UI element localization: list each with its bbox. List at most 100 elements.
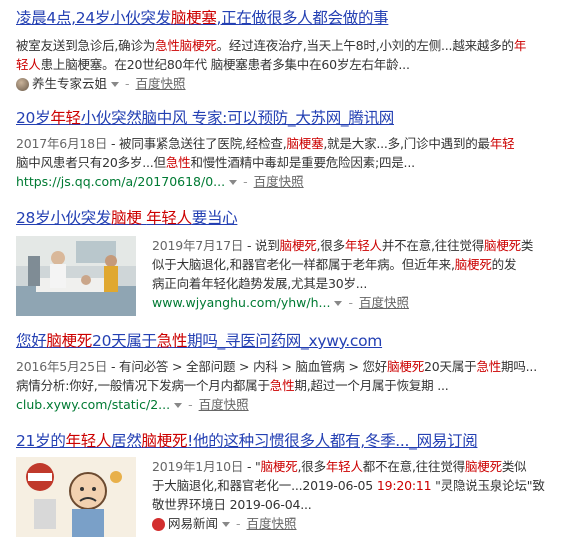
text-segment: 被室友送到急诊后,确诊为 <box>16 38 156 53</box>
highlight-text: 脑梗死 <box>454 257 492 272</box>
separator: - <box>243 174 248 189</box>
result-2: 20岁年轻小伙突然脑中风 专家:可以预防_大苏网_腾讯网 2017年6月18日 … <box>16 108 572 191</box>
result-meta: 养生专家云姐 - 百度快照 <box>16 74 572 93</box>
highlight-text: 脑梗塞 <box>286 136 324 151</box>
text-segment: 并不在意,往往觉得 <box>381 238 485 253</box>
highlight-text: 年轻人 <box>146 209 192 227</box>
text-segment: 类 <box>520 238 534 253</box>
highlight-text: 急性 <box>156 332 188 350</box>
text-segment: 敬世界环境日 2019-06-04... <box>152 497 312 512</box>
highlight-text: 年轻 <box>50 109 81 127</box>
dropdown-arrow-icon[interactable] <box>334 300 343 306</box>
text-segment: ,很多 <box>316 238 346 253</box>
hospital-photo-image <box>16 236 136 316</box>
snippet-line: 病正向着年轻化趋势发展,尤其是30岁... <box>152 274 572 293</box>
text-segment: 要当心 <box>191 209 238 227</box>
result-snippet: 2019年1月10日 - "脑梗死,很多年轻人都不在意,往往觉得脑梗死类似 于大脑… <box>152 457 572 514</box>
highlight-text: 年轻人 <box>65 432 112 450</box>
result-4: 您好脑梗死20天属于急性期吗_寻医问药网_xywy.com 2016年5月25日… <box>16 331 572 414</box>
text-segment: ,很多 <box>297 459 327 474</box>
result-title[interactable]: 21岁的年轻人居然脑梗死!他的这种习惯很多人都有,冬季..._网易订阅 <box>16 431 572 451</box>
highlight-text: 脑梗 <box>111 209 142 227</box>
text-segment: 期吗... <box>501 359 537 374</box>
source-name[interactable]: 养生专家云姐 <box>32 76 107 91</box>
result-title[interactable]: 您好脑梗死20天属于急性期吗_寻医问药网_xywy.com <box>16 331 572 351</box>
dropdown-arrow-icon[interactable] <box>229 179 238 185</box>
text-segment: 您好 <box>16 332 47 350</box>
text-segment: - 被同事紧急送往了医院,经检查, <box>107 136 287 151</box>
highlight-text: 脑梗死 <box>484 238 521 253</box>
text-segment: 。经过连夜治疗,当天上午8时,小刘的左侧...越来越多的 <box>216 38 514 53</box>
snippet-line: 2019年7月17日 - 说到脑梗死,很多年轻人并不在意,往往觉得脑梗死类 <box>152 236 572 255</box>
result-snippet: 被室友送到急诊后,确诊为急性脑梗死。经过连夜治疗,当天上午8时,小刘的左侧...… <box>16 36 572 74</box>
text-segment: ,就是大家...多,门诊中遇到的最 <box>323 136 490 151</box>
result-title[interactable]: 凌晨4点,24岁小伙突发脑梗塞,正在做很多人都会做的事 <box>16 8 572 28</box>
text-segment: 期,超过一个月属于恢复期 ... <box>294 378 449 393</box>
cache-link[interactable]: 百度快照 <box>359 295 409 310</box>
text-segment: - " <box>243 459 261 474</box>
result-date: 2016年5月25日 <box>16 359 108 374</box>
text-segment: 和慢性酒精中毒却是重要危险因素;四是... <box>190 155 415 170</box>
cache-link[interactable]: 百度快照 <box>136 76 186 91</box>
highlight-text: 急性 <box>269 378 295 393</box>
highlight-text: 年轻 <box>489 136 515 151</box>
result-3: 28岁小伙突发脑梗 年轻人要当心 2019年7月17日 - 说到脑梗死,很多年轻… <box>16 208 572 316</box>
result-url[interactable]: club.xywy.com/static/2... <box>16 397 170 412</box>
highlight-text: 年轻人 <box>344 238 382 253</box>
result-url[interactable]: www.wjyanghu.com/yhw/h... <box>152 295 330 310</box>
highlight-text: 急性 <box>476 359 502 374</box>
text-segment: 20岁 <box>16 109 51 127</box>
result-thumbnail[interactable] <box>16 236 136 316</box>
text-segment: 患上脑梗塞。在20世纪80年代 脑梗塞患者多集中在60岁左右年龄... <box>40 57 410 72</box>
text-segment: "灵隐说玉泉论坛"致 <box>431 478 545 493</box>
result-date: 2019年1月10日 <box>152 459 244 474</box>
avatar-icon <box>16 78 29 91</box>
text-segment: 似于大脑退化,和器官老化一样都属于老年病。但近年来, <box>152 257 455 272</box>
separator: - <box>125 76 130 91</box>
result-snippet: 2016年5月25日 - 有问必答 > 全部问题 > 内科 > 脑血管病 > 您… <box>16 357 572 395</box>
text-segment: - 有问必答 > 全部问题 > 内科 > 脑血管病 > 您好 <box>107 359 388 374</box>
text-segment: - 说到 <box>243 238 280 253</box>
highlight-text: 轻人 <box>16 57 41 72</box>
cache-link[interactable]: 百度快照 <box>254 174 304 189</box>
highlight-text: 脑梗死 <box>141 432 188 450</box>
result-snippet: 2019年7月17日 - 说到脑梗死,很多年轻人并不在意,往往觉得脑梗死类 似于大… <box>152 236 572 293</box>
result-meta: www.wjyanghu.com/yhw/h... - 百度快照 <box>152 293 572 312</box>
highlight-text: 脑梗塞 <box>170 9 217 27</box>
dropdown-arrow-icon[interactable] <box>222 521 231 527</box>
highlight-text: 脑梗死 <box>260 459 298 474</box>
snippet-line: 于大脑退化,和器官老化一...2019-06-05 19:20:11 "灵隐说玉… <box>152 476 572 495</box>
highlight-text: 脑梗死 <box>279 238 317 253</box>
snippet-line: 轻人患上脑梗塞。在20世纪80年代 脑梗塞患者多集中在60岁左右年龄... <box>16 55 572 74</box>
dropdown-arrow-icon[interactable] <box>111 81 120 87</box>
text-segment: 小伙突然脑中风 专家:可以预防_大苏网_腾讯网 <box>80 109 395 127</box>
dropdown-arrow-icon[interactable] <box>174 402 183 408</box>
text-segment: 居然 <box>111 432 142 450</box>
result-body: 2019年1月10日 - "脑梗死,很多年轻人都不在意,往往觉得脑梗死类似 于大脑… <box>152 457 572 533</box>
result-thumbnail[interactable] <box>16 457 136 537</box>
text-segment: 病正向着年轻化趋势发展,尤其是30岁... <box>152 276 368 291</box>
result-title[interactable]: 28岁小伙突发脑梗 年轻人要当心 <box>16 208 572 228</box>
text-segment: 的发 <box>491 257 517 272</box>
cache-link[interactable]: 百度快照 <box>199 397 249 412</box>
result-meta: club.xywy.com/static/2... - 百度快照 <box>16 395 572 414</box>
snippet-line: 脑中风患者只有20多岁...但急性和慢性酒精中毒却是重要危险因素;四是... <box>16 153 572 172</box>
result-meta: https://js.qq.com/a/20170618/0... - 百度快照 <box>16 172 572 191</box>
result-meta: 网易新闻 - 百度快照 <box>152 514 572 533</box>
result-title[interactable]: 20岁年轻小伙突然脑中风 专家:可以预防_大苏网_腾讯网 <box>16 108 572 128</box>
snippet-line: 病情分析:你好,一般情况下发病一个月内都属于急性期,超过一个月属于恢复期 ... <box>16 376 572 395</box>
highlight-text: 急性脑梗死 <box>155 38 217 53</box>
highlight-text: 年 <box>513 38 527 53</box>
highlight-text: 19:20:11 <box>376 478 432 493</box>
cache-link[interactable]: 百度快照 <box>247 516 297 531</box>
separator: - <box>348 295 353 310</box>
snippet-line: 2019年1月10日 - "脑梗死,很多年轻人都不在意,往往觉得脑梗死类似 <box>152 457 572 476</box>
text-segment: !他的这种习惯很多人都有,冬季..._网易订阅 <box>187 432 478 450</box>
result-url[interactable]: https://js.qq.com/a/20170618/0... <box>16 174 225 189</box>
text-segment: 脑中风患者只有20多岁...但 <box>16 155 166 170</box>
netease-logo-icon <box>152 518 165 531</box>
text-segment: 21岁的 <box>16 432 66 450</box>
source-name[interactable]: 网易新闻 <box>168 516 218 531</box>
separator: - <box>236 516 241 531</box>
result-date: 2019年7月17日 <box>152 238 244 253</box>
